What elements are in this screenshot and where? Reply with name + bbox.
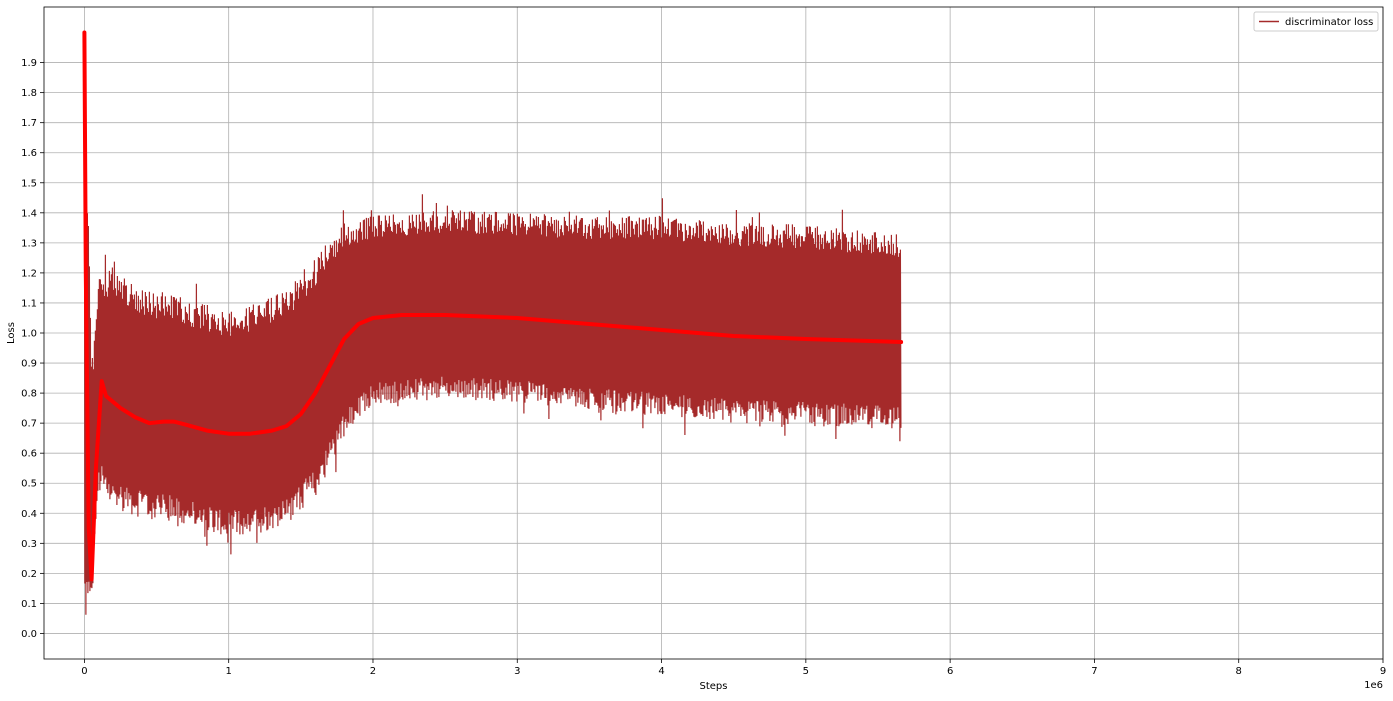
- y-tick-label: 0.8: [21, 389, 37, 400]
- y-tick-label: 0.7: [21, 419, 37, 430]
- y-tick-label: 0.4: [21, 509, 37, 520]
- y-tick-label: 0.3: [21, 539, 37, 550]
- y-tick-label: 0.1: [21, 599, 37, 610]
- x-offset-label: 1e6: [1364, 680, 1383, 691]
- y-tick-label: 1.7: [21, 118, 37, 129]
- y-tick-label: 1.3: [21, 238, 37, 249]
- y-tick-label: 1.2: [21, 268, 37, 279]
- y-tick-label: 1.0: [21, 329, 37, 340]
- series-discriminator-loss: [83, 79, 902, 615]
- x-tick-label: 1: [226, 666, 232, 677]
- x-tick-label: 3: [514, 666, 520, 677]
- x-tick-label: 4: [658, 666, 664, 677]
- x-tick-label: 7: [1091, 666, 1097, 677]
- x-axis-label: Steps: [700, 681, 728, 692]
- chart-svg: 0 1 2 3 4 5 6 7 8 9 0.0 0.1 0.2 0.3 0.4 0.5 0.6 0.7 0.8 0.9…: [6, 6, 1386, 692]
- y-tick-label: 1.5: [21, 178, 37, 189]
- x-tick-label: 6: [947, 666, 953, 677]
- legend: discriminator loss: [1253, 11, 1379, 32]
- y-tick-label: 1.6: [21, 148, 37, 159]
- chart: 0 1 2 3 4 5 6 7 8 9 0.0 0.1 0.2 0.3 0.4 0.5 0.6 0.7 0.8 0.9…: [0, 0, 1393, 697]
- x-tick-label: 9: [1380, 666, 1386, 677]
- x-tick-label: 2: [370, 666, 376, 677]
- y-tick-label: 1.8: [21, 88, 37, 99]
- legend-entry-discriminator-loss: discriminator loss: [1285, 17, 1373, 28]
- series-layer: [82, 30, 904, 615]
- y-tick-label: 0.5: [21, 479, 37, 490]
- y-tick-label: 0.9: [21, 359, 37, 370]
- y-tick-label: 0.0: [21, 629, 37, 640]
- y-axis-label: Loss: [6, 322, 17, 344]
- y-tick-label: 1.1: [21, 298, 37, 309]
- y-tick-label: 0.2: [21, 569, 37, 580]
- y-tick-label: 0.6: [21, 449, 37, 460]
- x-tick-label: 8: [1236, 666, 1242, 677]
- x-tick-label: 5: [803, 666, 809, 677]
- y-tick-label: 1.9: [21, 58, 37, 69]
- y-tick-label: 1.4: [21, 208, 37, 219]
- x-tick-label: 0: [81, 666, 87, 677]
